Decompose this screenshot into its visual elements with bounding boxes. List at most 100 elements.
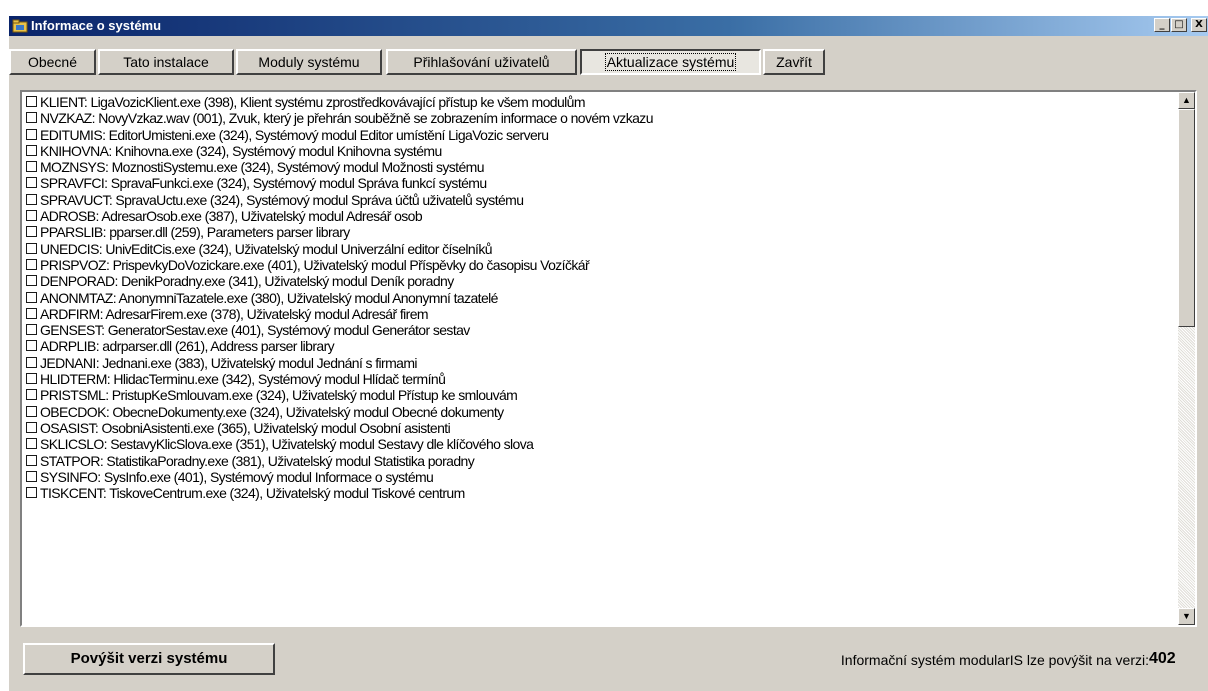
module-checkbox[interactable]: [26, 405, 37, 417]
list-item[interactable]: TISKCENT: TiskoveCentrum.exe (324), Uživ…: [24, 485, 1174, 501]
list-item[interactable]: DENPORAD: DenikPoradny.exe (341), Uživat…: [24, 273, 1174, 289]
tab-label: Přihlašování uživatelů: [413, 54, 550, 70]
upgrade-version-button[interactable]: Povýšit verzi systému: [23, 643, 275, 675]
module-checkbox[interactable]: [26, 144, 37, 156]
module-label: KLIENT: LigaVozicKlient.exe (398), Klien…: [40, 94, 586, 110]
module-label: SPRAVFCI: SpravaFunkci.exe (324), Systém…: [40, 175, 487, 192]
list-item[interactable]: NVZKAZ: NovyVzkaz.wav (001), Zvuk, který…: [24, 110, 1174, 126]
list-item[interactable]: JEDNANI: Jednani.exe (383), Uživatelský …: [24, 355, 1174, 371]
list-item[interactable]: ANONMTAZ: AnonymniTazatele.exe (380), Už…: [24, 290, 1174, 306]
list-item[interactable]: PPARSLIB: pparser.dll (259), Parameters …: [24, 224, 1174, 240]
tab-label: Aktualizace systému: [604, 53, 737, 71]
maximize-button[interactable]: □: [1171, 18, 1187, 32]
list-item[interactable]: OSASIST: OsobniAsistenti.exe (365), Uživ…: [24, 420, 1174, 436]
module-label: SKLICSLO: SestavyKlicSlova.exe (351), Už…: [40, 436, 534, 453]
tab-zavrit[interactable]: Zavřít: [763, 49, 825, 75]
module-label: NVZKAZ: NovyVzkaz.wav (001), Zvuk, který…: [40, 110, 653, 127]
list-item[interactable]: EDITUMIS: EditorUmisteni.exe (324), Syst…: [24, 127, 1174, 143]
vertical-scrollbar[interactable]: ▲ ▼: [1178, 92, 1195, 625]
module-label: EDITUMIS: EditorUmisteni.exe (324), Syst…: [40, 126, 549, 143]
list-item[interactable]: KNIHOVNA: Knihovna.exe (324), Systémový …: [24, 143, 1174, 159]
module-checkbox[interactable]: [26, 389, 37, 401]
tab-label: Tato instalace: [123, 54, 209, 70]
tab-tato-instalace[interactable]: Tato instalace: [98, 49, 234, 75]
scroll-down-arrow-icon[interactable]: ▼: [1178, 608, 1195, 625]
list-item[interactable]: PRISPVOZ: PrispevkyDoVozickare.exe (401)…: [24, 257, 1174, 273]
window-title: Informace o systému: [31, 18, 162, 33]
list-item[interactable]: GENSEST: GeneratorSestav.exe (401), Syst…: [24, 322, 1174, 338]
list-item[interactable]: SPRAVUCT: SpravaUctu.exe (324), Systémov…: [24, 192, 1174, 208]
module-label: PRISTSML: PristupKeSmlouvam.exe (324), U…: [40, 387, 518, 404]
module-label: UNEDCIS: UnivEditCis.exe (324), Uživatel…: [40, 240, 493, 257]
module-label: ADRPLIB: adrparser.dll (261), Address pa…: [40, 338, 335, 355]
module-label: MOZNSYS: MoznostiSystemu.exe (324), Syst…: [40, 159, 485, 176]
tab-obecne[interactable]: Obecné: [9, 49, 96, 75]
folder-app-icon: [12, 19, 28, 33]
module-checkbox[interactable]: [26, 340, 37, 352]
module-label: SPRAVUCT: SpravaUctu.exe (324), Systémov…: [40, 191, 524, 208]
module-checkbox[interactable]: [26, 487, 37, 499]
system-info-window: Informace o systému _ □ X Obecné Tato in…: [9, 16, 1208, 691]
module-checkbox[interactable]: [26, 177, 37, 189]
scroll-up-arrow-icon[interactable]: ▲: [1178, 92, 1195, 109]
module-label: GENSEST: GeneratorSestav.exe (401), Syst…: [40, 322, 470, 339]
module-checkbox[interactable]: [26, 438, 37, 450]
module-checkbox[interactable]: [26, 324, 37, 336]
module-label: DENPORAD: DenikPoradny.exe (341), Uživat…: [40, 273, 454, 290]
module-checkbox[interactable]: [26, 373, 37, 385]
module-label: ARDFIRM: AdresarFirem.exe (378), Uživate…: [40, 305, 429, 322]
title-bar[interactable]: Informace o systému _ □ X: [9, 16, 1208, 36]
tab-label: Zavřít: [776, 54, 812, 70]
module-label: SYSINFO: SysInfo.exe (401), Systémový mo…: [40, 468, 434, 485]
module-label: KNIHOVNA: Knihovna.exe (324), Systémový …: [40, 142, 442, 159]
list-item[interactable]: ADRPLIB: adrparser.dll (261), Address pa…: [24, 338, 1174, 354]
module-label: TISKCENT: TiskoveCentrum.exe (324), Uživ…: [40, 485, 465, 502]
tab-aktualizace-systemu[interactable]: Aktualizace systému: [580, 49, 761, 75]
module-checkbox[interactable]: [26, 275, 37, 287]
module-checkbox[interactable]: [26, 258, 37, 270]
module-label: JEDNANI: Jednani.exe (383), Uživatelský …: [40, 354, 418, 371]
module-label: ANONMTAZ: AnonymniTazatele.exe (380), Už…: [40, 289, 498, 306]
list-item[interactable]: OBECDOK: ObecneDokumenty.exe (324), Uživ…: [24, 404, 1174, 420]
tab-label: Moduly systému: [258, 54, 360, 70]
list-item[interactable]: UNEDCIS: UnivEditCis.exe (324), Uživatel…: [24, 241, 1174, 257]
minimize-button[interactable]: _: [1154, 18, 1170, 32]
list-item[interactable]: SKLICSLO: SestavyKlicSlova.exe (351), Už…: [24, 436, 1174, 452]
module-checkbox[interactable]: [26, 454, 37, 466]
module-checkbox[interactable]: [26, 226, 37, 238]
module-checkbox[interactable]: [26, 161, 37, 173]
list-item[interactable]: PRISTSML: PristupKeSmlouvam.exe (324), U…: [24, 387, 1174, 403]
list-item[interactable]: KLIENT: LigaVozicKlient.exe (398), Klien…: [24, 94, 1174, 110]
module-checkbox[interactable]: [26, 242, 37, 254]
module-checkbox[interactable]: [26, 291, 37, 303]
list-item[interactable]: STATPOR: StatistikaPoradny.exe (381), Už…: [24, 453, 1174, 469]
module-checkbox[interactable]: [26, 470, 37, 482]
module-label: HLIDTERM: HlidacTerminu.exe (342), Systé…: [40, 371, 446, 388]
module-checkbox[interactable]: [26, 356, 37, 368]
module-label: PPARSLIB: pparser.dll (259), Parameters …: [40, 224, 350, 241]
scroll-thumb[interactable]: [1178, 109, 1195, 327]
module-checkbox[interactable]: [26, 421, 37, 433]
list-item[interactable]: SYSINFO: SysInfo.exe (401), Systémový mo…: [24, 469, 1174, 485]
module-label: STATPOR: StatistikaPoradny.exe (381), Už…: [40, 452, 475, 469]
close-button[interactable]: X: [1191, 18, 1207, 32]
list-item[interactable]: ARDFIRM: AdresarFirem.exe (378), Uživate…: [24, 306, 1174, 322]
list-item[interactable]: SPRAVFCI: SpravaFunkci.exe (324), Systém…: [24, 175, 1174, 191]
upgrade-status-text: Informační systém modularIS lze povýšit …: [840, 652, 1149, 668]
module-checkbox[interactable]: [26, 307, 37, 319]
module-label: OSASIST: OsobniAsistenti.exe (365), Uživ…: [40, 419, 451, 436]
module-checkbox[interactable]: [26, 96, 37, 107]
tab-label: Obecné: [27, 54, 78, 70]
module-checkbox[interactable]: [26, 193, 37, 205]
module-checkbox[interactable]: [26, 210, 37, 222]
list-item[interactable]: MOZNSYS: MoznostiSystemu.exe (324), Syst…: [24, 159, 1174, 175]
module-list[interactable]: KLIENT: LigaVozicKlient.exe (398), Klien…: [20, 90, 1197, 627]
tab-moduly-systemu[interactable]: Moduly systému: [236, 49, 382, 75]
list-item[interactable]: HLIDTERM: HlidacTerminu.exe (342), Systé…: [24, 371, 1174, 387]
list-item[interactable]: ADROSB: AdresarOsob.exe (387), Uživatels…: [24, 208, 1174, 224]
module-checkbox[interactable]: [26, 128, 37, 140]
module-checkbox[interactable]: [26, 112, 37, 124]
module-label: PRISPVOZ: PrispevkyDoVozickare.exe (401)…: [40, 256, 590, 273]
module-label: ADROSB: AdresarOsob.exe (387), Uživatels…: [40, 208, 423, 225]
tab-prihlasovani-uzivatelu[interactable]: Přihlašování uživatelů: [386, 49, 577, 75]
